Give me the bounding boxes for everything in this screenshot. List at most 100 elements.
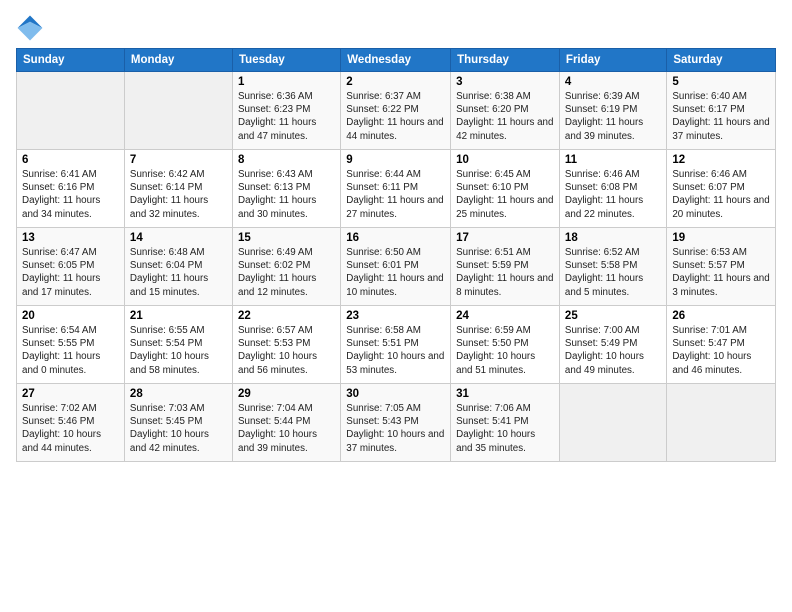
day-info: Sunrise: 7:05 AMSunset: 5:43 PMDaylight:… xyxy=(346,402,445,455)
logo xyxy=(16,14,46,42)
day-number: 22 xyxy=(238,310,335,322)
day-cell: 25 Sunrise: 7:00 AMSunset: 5:49 PMDayligh… xyxy=(559,306,666,384)
day-cell: 23Sunrise: 6:58 AMSunset: 5:51 PMDayligh… xyxy=(341,306,451,384)
day-number: 3 xyxy=(456,76,554,88)
day-cell: 28 Sunrise: 7:03 AMSunset: 5:45 PMDayligh… xyxy=(124,384,232,462)
day-info: Sunrise: 6:46 AMSunset: 6:08 PMDaylight:… xyxy=(565,168,661,221)
day-cell: 17 Sunrise: 6:51 AMSunset: 5:59 PMDayligh… xyxy=(451,228,560,306)
week-row-5: 27 Sunrise: 7:02 AMSunset: 5:46 PMDayligh… xyxy=(17,384,776,462)
day-info: Sunrise: 6:50 AMSunset: 6:01 PMDaylight:… xyxy=(346,246,445,299)
day-number: 28 xyxy=(130,388,227,400)
col-header-friday: Friday xyxy=(559,49,666,72)
day-info: Sunrise: 7:06 AMSunset: 5:41 PMDaylight:… xyxy=(456,402,554,455)
day-info: Sunrise: 6:47 AMSunset: 6:05 PMDaylight:… xyxy=(22,246,119,299)
day-cell: 26 Sunrise: 7:01 AMSunset: 5:47 PMDayligh… xyxy=(667,306,776,384)
day-cell: 1Sunrise: 6:36 AMSunset: 6:23 PMDaylight… xyxy=(233,72,341,150)
day-number: 30 xyxy=(346,388,445,400)
day-cell xyxy=(17,72,125,150)
day-info: Sunrise: 6:43 AMSunset: 6:13 PMDaylight:… xyxy=(238,168,335,221)
day-number: 6 xyxy=(22,154,119,166)
col-header-tuesday: Tuesday xyxy=(233,49,341,72)
day-info: Sunrise: 6:55 AMSunset: 5:54 PMDaylight:… xyxy=(130,324,227,377)
day-info: Sunrise: 6:41 AMSunset: 6:16 PMDaylight:… xyxy=(22,168,119,221)
day-info: Sunrise: 6:44 AMSunset: 6:11 PMDaylight:… xyxy=(346,168,445,221)
day-info: Sunrise: 6:57 AMSunset: 5:53 PMDaylight:… xyxy=(238,324,335,377)
calendar-table: SundayMondayTuesdayWednesdayThursdayFrid… xyxy=(16,48,776,462)
day-cell: 16 Sunrise: 6:50 AMSunset: 6:01 PMDayligh… xyxy=(341,228,451,306)
day-cell: 2 Sunrise: 6:37 AMSunset: 6:22 PMDaylight… xyxy=(341,72,451,150)
day-info: Sunrise: 6:38 AMSunset: 6:20 PMDaylight:… xyxy=(456,90,554,143)
day-info: Sunrise: 7:04 AMSunset: 5:44 PMDaylight:… xyxy=(238,402,335,455)
day-cell: 18 Sunrise: 6:52 AMSunset: 5:58 PMDayligh… xyxy=(559,228,666,306)
day-info: Sunrise: 7:00 AMSunset: 5:49 PMDaylight:… xyxy=(565,324,661,377)
day-number: 15 xyxy=(238,232,335,244)
day-info: Sunrise: 6:45 AMSunset: 6:10 PMDaylight:… xyxy=(456,168,554,221)
week-row-1: 1Sunrise: 6:36 AMSunset: 6:23 PMDaylight… xyxy=(17,72,776,150)
day-info: Sunrise: 7:01 AMSunset: 5:47 PMDaylight:… xyxy=(672,324,770,377)
day-number: 12 xyxy=(672,154,770,166)
col-header-thursday: Thursday xyxy=(451,49,560,72)
day-number: 25 xyxy=(565,310,661,322)
day-info: Sunrise: 6:42 AMSunset: 6:14 PMDaylight:… xyxy=(130,168,227,221)
day-info: Sunrise: 7:03 AMSunset: 5:45 PMDaylight:… xyxy=(130,402,227,455)
day-cell: 13 Sunrise: 6:47 AMSunset: 6:05 PMDayligh… xyxy=(17,228,125,306)
day-info: Sunrise: 6:40 AMSunset: 6:17 PMDaylight:… xyxy=(672,90,770,143)
day-cell: 5 Sunrise: 6:40 AMSunset: 6:17 PMDaylight… xyxy=(667,72,776,150)
day-number: 17 xyxy=(456,232,554,244)
day-cell: 20 Sunrise: 6:54 AMSunset: 5:55 PMDayligh… xyxy=(17,306,125,384)
day-cell: 30 Sunrise: 7:05 AMSunset: 5:43 PMDayligh… xyxy=(341,384,451,462)
day-number: 18 xyxy=(565,232,661,244)
day-cell: 19Sunrise: 6:53 AMSunset: 5:57 PMDayligh… xyxy=(667,228,776,306)
day-cell xyxy=(667,384,776,462)
page-header xyxy=(16,10,776,42)
day-number: 27 xyxy=(22,388,119,400)
day-cell: 11Sunrise: 6:46 AMSunset: 6:08 PMDayligh… xyxy=(559,150,666,228)
day-info: Sunrise: 6:46 AMSunset: 6:07 PMDaylight:… xyxy=(672,168,770,221)
week-row-3: 13 Sunrise: 6:47 AMSunset: 6:05 PMDayligh… xyxy=(17,228,776,306)
day-cell: 31 Sunrise: 7:06 AMSunset: 5:41 PMDayligh… xyxy=(451,384,560,462)
day-cell: 22 Sunrise: 6:57 AMSunset: 5:53 PMDayligh… xyxy=(233,306,341,384)
col-header-saturday: Saturday xyxy=(667,49,776,72)
day-cell: 9 Sunrise: 6:44 AMSunset: 6:11 PMDaylight… xyxy=(341,150,451,228)
day-number: 31 xyxy=(456,388,554,400)
day-cell: 12 Sunrise: 6:46 AMSunset: 6:07 PMDayligh… xyxy=(667,150,776,228)
day-cell: 21 Sunrise: 6:55 AMSunset: 5:54 PMDayligh… xyxy=(124,306,232,384)
day-info: Sunrise: 6:49 AMSunset: 6:02 PMDaylight:… xyxy=(238,246,335,299)
day-info: Sunrise: 6:37 AMSunset: 6:22 PMDaylight:… xyxy=(346,90,445,143)
day-info: Sunrise: 6:39 AMSunset: 6:19 PMDaylight:… xyxy=(565,90,661,143)
day-number: 29 xyxy=(238,388,335,400)
day-number: 5 xyxy=(672,76,770,88)
day-number: 14 xyxy=(130,232,227,244)
logo-icon xyxy=(16,14,44,42)
day-number: 21 xyxy=(130,310,227,322)
day-info: Sunrise: 6:53 AMSunset: 5:57 PMDaylight:… xyxy=(672,246,770,299)
day-info: Sunrise: 6:52 AMSunset: 5:58 PMDaylight:… xyxy=(565,246,661,299)
day-cell: 3 Sunrise: 6:38 AMSunset: 6:20 PMDaylight… xyxy=(451,72,560,150)
day-cell: 15 Sunrise: 6:49 AMSunset: 6:02 PMDayligh… xyxy=(233,228,341,306)
day-info: Sunrise: 6:51 AMSunset: 5:59 PMDaylight:… xyxy=(456,246,554,299)
week-row-4: 20 Sunrise: 6:54 AMSunset: 5:55 PMDayligh… xyxy=(17,306,776,384)
day-number: 24 xyxy=(456,310,554,322)
col-header-monday: Monday xyxy=(124,49,232,72)
day-number: 7 xyxy=(130,154,227,166)
day-cell: 4Sunrise: 6:39 AMSunset: 6:19 PMDaylight… xyxy=(559,72,666,150)
day-cell: 7 Sunrise: 6:42 AMSunset: 6:14 PMDaylight… xyxy=(124,150,232,228)
col-header-sunday: Sunday xyxy=(17,49,125,72)
day-cell: 8Sunrise: 6:43 AMSunset: 6:13 PMDaylight… xyxy=(233,150,341,228)
day-cell xyxy=(559,384,666,462)
day-number: 2 xyxy=(346,76,445,88)
day-info: Sunrise: 6:54 AMSunset: 5:55 PMDaylight:… xyxy=(22,324,119,377)
col-header-wednesday: Wednesday xyxy=(341,49,451,72)
day-number: 26 xyxy=(672,310,770,322)
day-number: 16 xyxy=(346,232,445,244)
day-cell: 10Sunrise: 6:45 AMSunset: 6:10 PMDayligh… xyxy=(451,150,560,228)
day-cell: 6 Sunrise: 6:41 AMSunset: 6:16 PMDaylight… xyxy=(17,150,125,228)
day-cell: 14Sunrise: 6:48 AMSunset: 6:04 PMDayligh… xyxy=(124,228,232,306)
day-number: 13 xyxy=(22,232,119,244)
day-info: Sunrise: 7:02 AMSunset: 5:46 PMDaylight:… xyxy=(22,402,119,455)
day-info: Sunrise: 6:59 AMSunset: 5:50 PMDaylight:… xyxy=(456,324,554,377)
day-number: 9 xyxy=(346,154,445,166)
day-cell: 29 Sunrise: 7:04 AMSunset: 5:44 PMDayligh… xyxy=(233,384,341,462)
day-cell xyxy=(124,72,232,150)
day-number: 20 xyxy=(22,310,119,322)
